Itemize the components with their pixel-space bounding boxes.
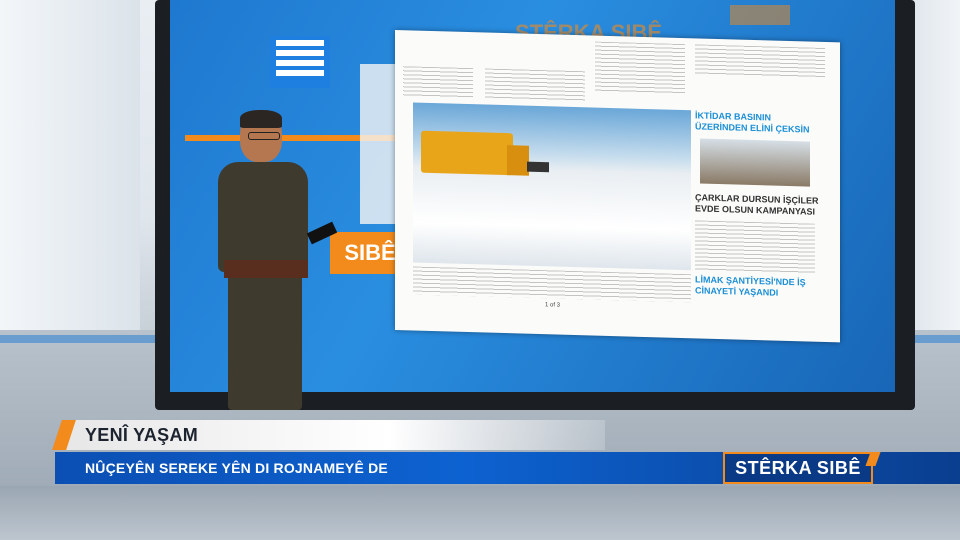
presenter-sash [224,260,308,278]
presenter [218,110,338,412]
presenter-body [218,162,308,272]
newspaper-page: İKTİDAR BASININ ÜZERİNDEN ELİNİ ÇEKSİN Ç… [395,30,840,343]
truck-cab [507,145,529,176]
article-text-block [695,44,825,79]
background-logo-box [730,5,790,25]
snow-plow-photo [413,102,691,271]
presenter-hair [240,110,282,128]
page-indicator: 1 of 3 [545,302,561,309]
lower-third-subtitle: NÛÇEYÊN SEREKE YÊN DI ROJNAMEYÊ DE [85,460,388,476]
article-text-block [695,220,815,274]
side-headline-3: LİMAK ŞANTİYESİ'NDE İŞ CİNAYETİ YAŞANDI [695,274,806,298]
presenter-legs [228,275,302,410]
article-text-block [485,68,585,102]
article-text-block [595,41,685,95]
article-text-block [403,66,473,99]
side-headline-1: İKTİDAR BASININ ÜZERİNDEN ELİNİ ÇEKSİN [695,110,810,135]
menu-icon [270,36,330,88]
channel-logo-text: STÊRKA SIBÊ [735,457,861,478]
photo-caption-text [413,266,691,303]
channel-logo: STÊRKA SIBÊ [723,452,873,484]
lower-third-title: YENÎ YAŞAM [85,425,199,445]
workers-photo [700,138,810,187]
snow-plow-blade [527,161,549,173]
bottom-studio-strip [0,486,960,540]
glasses-icon [248,132,280,140]
side-headline-2: ÇARKLAR DURSUN İŞÇİLER EVDE OLSUN KAMPAN… [695,192,819,217]
truck-icon [421,130,513,176]
studio-left-wall [0,0,140,330]
background-newspaper-thumbnail [360,64,395,224]
lower-third-title-bar: YENÎ YAŞAM [52,420,605,450]
